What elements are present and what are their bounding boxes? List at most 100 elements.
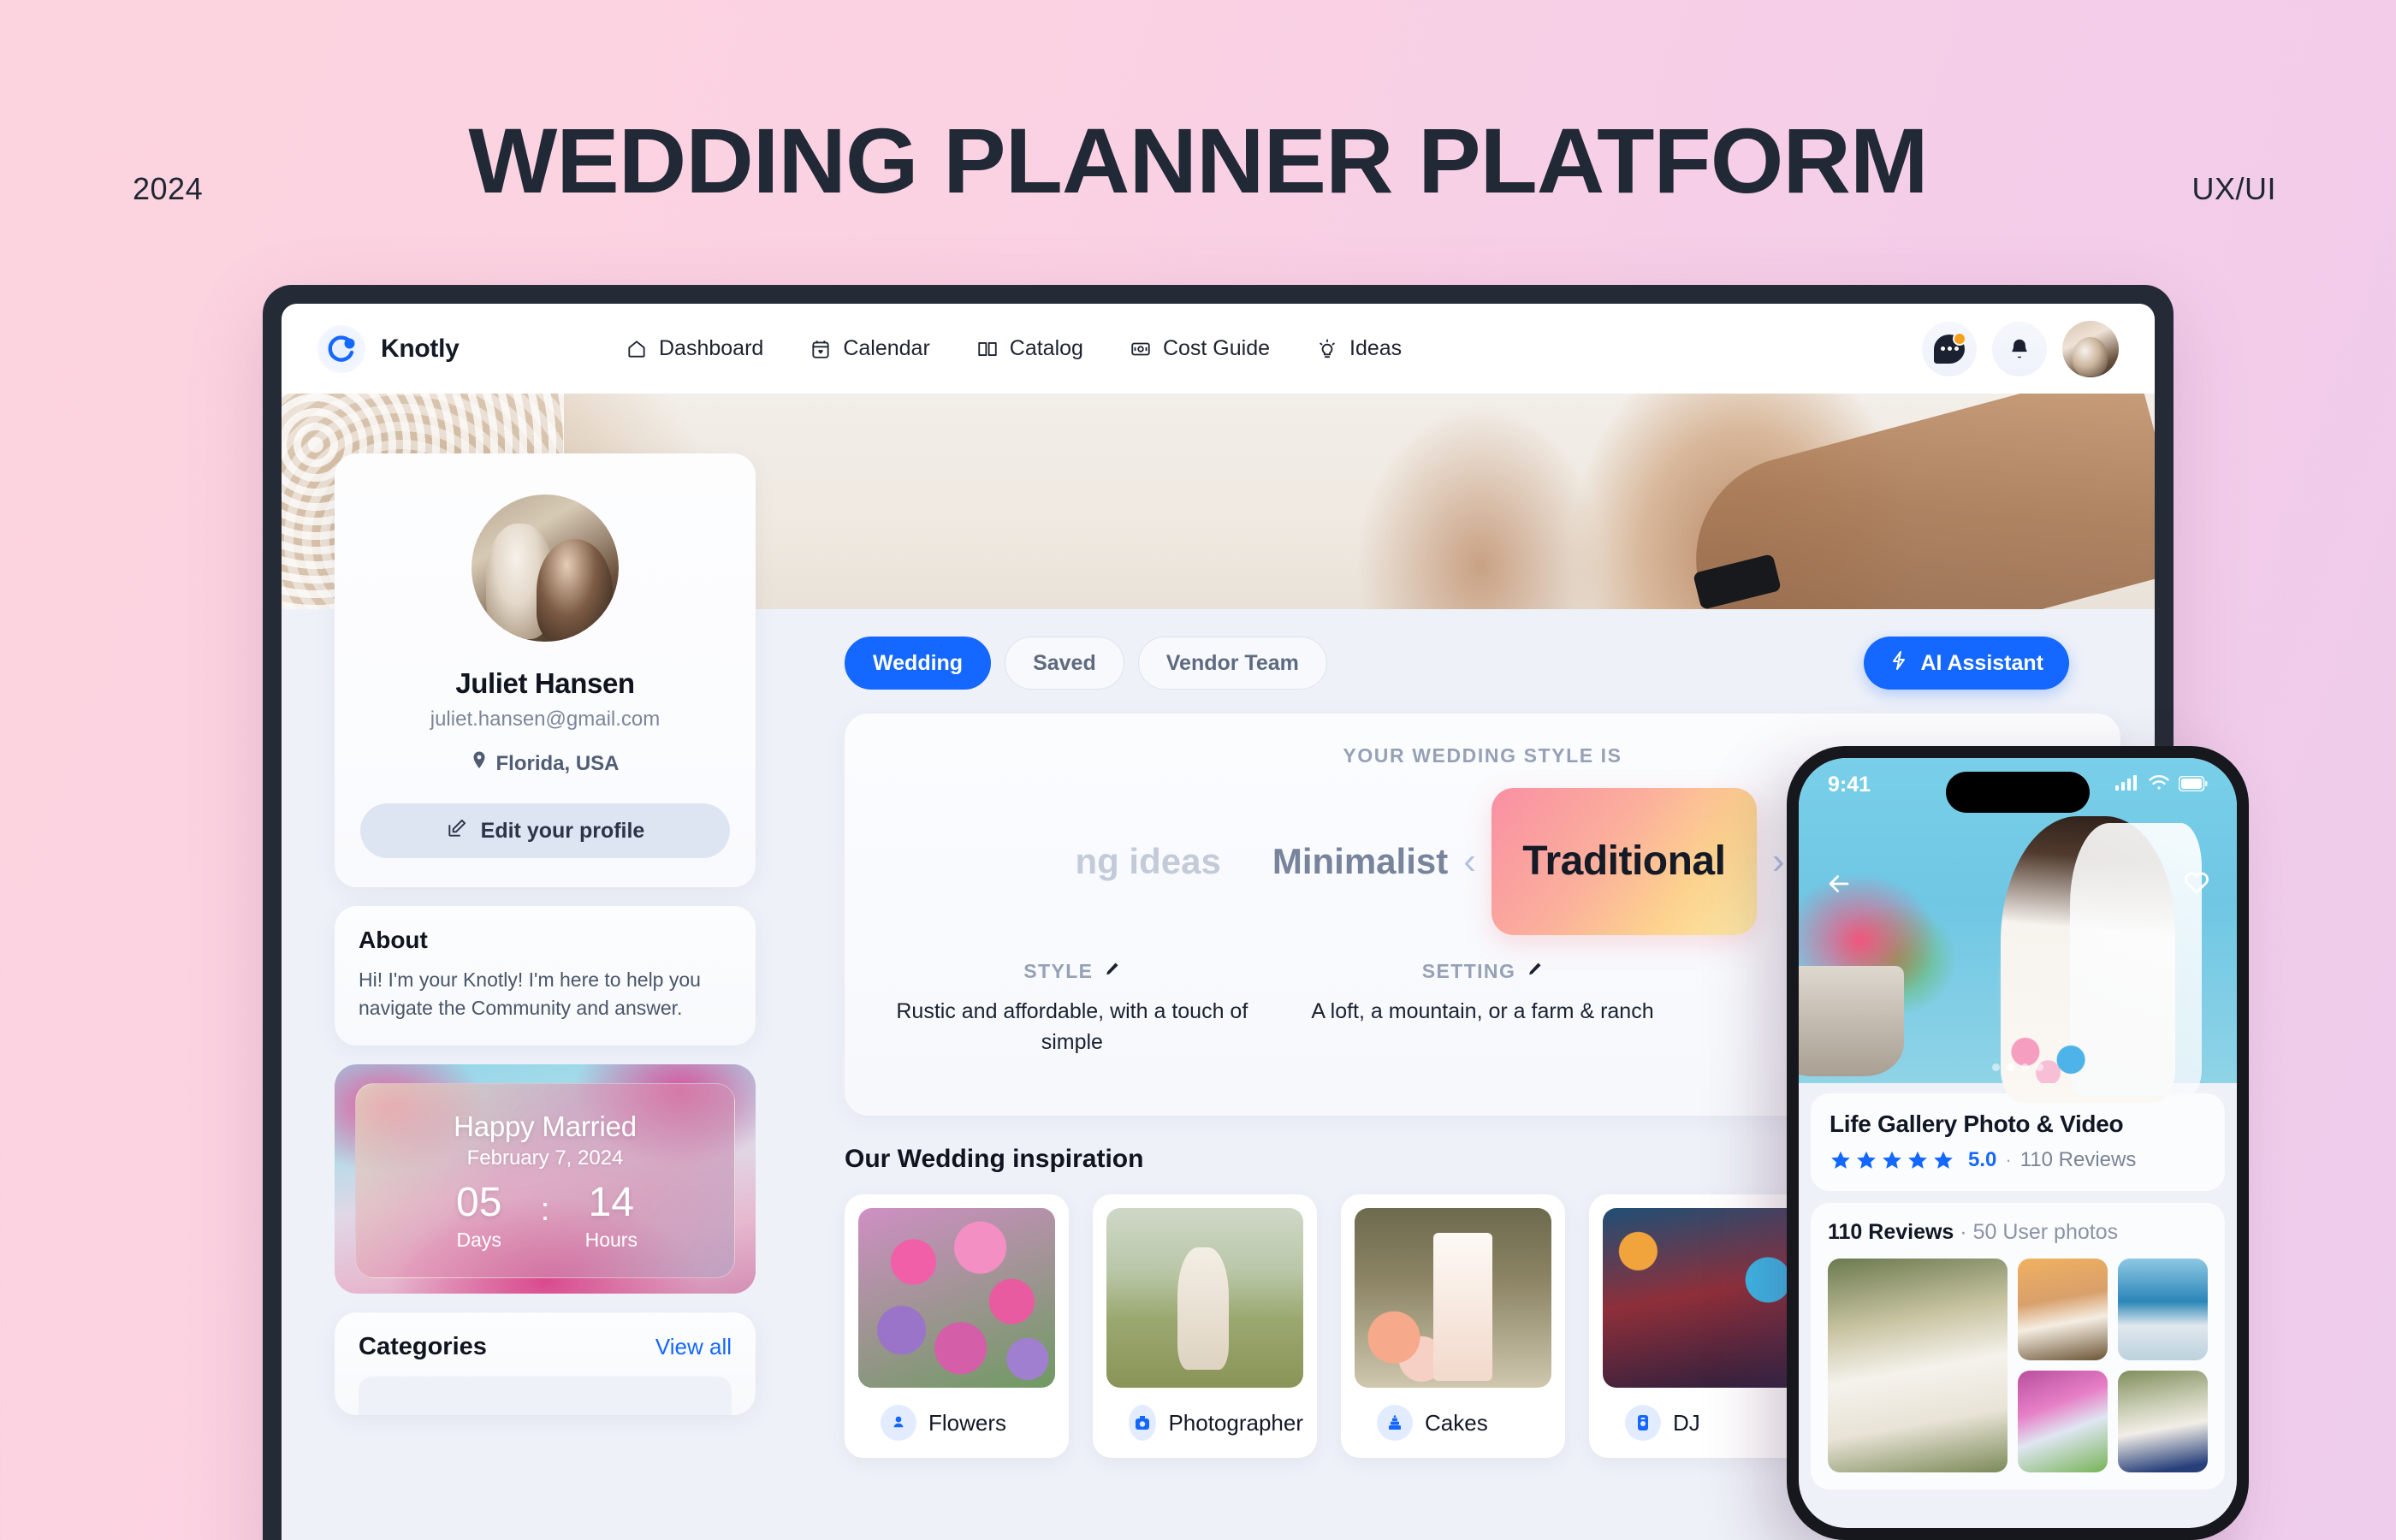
gallery-photo-thumb[interactable] [2018, 1371, 2108, 1472]
edit-profile-button[interactable]: Edit your profile [360, 803, 730, 858]
inspiration-card-flowers[interactable]: Flowers [845, 1194, 1069, 1458]
style-selected-label: Traditional [1522, 838, 1726, 884]
edit-pencil-icon [446, 817, 468, 845]
gallery-photo-large[interactable] [1828, 1259, 2008, 1472]
inspiration-footer: Photographer [1106, 1388, 1303, 1458]
review-count: 110 Reviews [2019, 1148, 2137, 1171]
nav-item-ideas[interactable]: Ideas [1316, 336, 1402, 361]
about-title: About [359, 927, 428, 953]
inspiration-card-cakes[interactable]: Cakes [1341, 1194, 1565, 1458]
setting-column-label: SETTING [1421, 960, 1516, 982]
gallery-review-count: 110 Reviews [1828, 1220, 1954, 1244]
page-title: WEDDING PLANNER PLATFORM [468, 109, 1928, 212]
vendor-rating-row: 5.0 · 110 Reviews [1830, 1148, 2206, 1172]
back-arrow-icon[interactable] [1824, 869, 1853, 903]
gallery-photo-thumb[interactable] [2018, 1259, 2108, 1360]
countdown-separator: : [540, 1191, 550, 1228]
gallery-photo-thumbs [2018, 1259, 2208, 1472]
inspiration-image [1355, 1208, 1551, 1388]
phone-mockup: 9:41 Life Gallery Photo & Video 5.0 · 11… [1787, 746, 2249, 1540]
countdown-hours-value: 14 [588, 1179, 634, 1225]
pagination-dot[interactable] [2036, 1063, 2043, 1071]
book-icon [976, 338, 999, 360]
star-rating [1830, 1149, 1954, 1171]
location-text: Florida, USA [495, 751, 620, 775]
carousel-prev-arrow[interactable]: ‹ [1448, 840, 1492, 883]
nav-item-calendar[interactable]: Calendar [810, 336, 930, 361]
dj-icon [1625, 1405, 1661, 1441]
about-text: Hi! I'm your Knotly! I'm here to help yo… [359, 968, 701, 1019]
rating-separator: · [2005, 1149, 2012, 1170]
rating-score: 5.0 [1968, 1148, 1997, 1171]
tab-vendor-team[interactable]: Vendor Team [1137, 637, 1327, 690]
inspiration-footer: Flowers [858, 1388, 1055, 1458]
inspiration-image [858, 1208, 1055, 1388]
gallery-photo-count: 50 User photos [1972, 1220, 2119, 1244]
home-icon [626, 338, 648, 360]
countdown-days: 05 Days [435, 1182, 524, 1252]
tab-wedding[interactable]: Wedding [845, 637, 992, 690]
bell-icon[interactable] [1992, 321, 2047, 376]
inspiration-label: Flowers [928, 1409, 1007, 1436]
inspiration-footer: Cakes [1355, 1388, 1551, 1458]
about-card: About Hi! I'm your Knotly! I'm here to h… [335, 906, 756, 1046]
style-column-label: STYLE [1023, 960, 1094, 982]
countdown-days-value: 05 [456, 1179, 502, 1225]
gallery-photo-thumb[interactable] [2118, 1259, 2208, 1360]
pagination-dot[interactable] [2007, 1063, 2014, 1071]
brand[interactable]: Knotly [317, 324, 600, 373]
nav-label: Calendar [843, 336, 930, 360]
messages-icon[interactable] [1922, 321, 1977, 376]
pagination-dot[interactable] [1992, 1063, 2000, 1071]
vendor-summary-card: Life Gallery Photo & Video 5.0 · 110 Rev… [1811, 1093, 2225, 1191]
lightbulb-icon [1316, 338, 1338, 360]
status-time: 9:41 [1828, 772, 1871, 797]
nav-label: Dashboard [659, 336, 764, 360]
category-row[interactable] [359, 1377, 732, 1416]
setting-column-text: A loft, a mountain, or a farm & ranch [1311, 999, 1654, 1023]
star-icon [1908, 1151, 1927, 1169]
edit-pencil-icon[interactable] [1526, 960, 1543, 983]
favorite-heart-icon[interactable] [2182, 868, 2211, 901]
categories-card: Categories View all [335, 1312, 756, 1416]
nav-item-catalog[interactable]: Catalog [976, 336, 1083, 361]
countdown-date: February 7, 2024 [466, 1146, 624, 1170]
inspiration-image [1106, 1208, 1303, 1388]
profile-email: juliet.hansen@gmail.com [430, 708, 661, 731]
lightning-icon [1889, 650, 1910, 677]
inspiration-card-dj[interactable]: DJ [1589, 1194, 1813, 1458]
countdown-hours: 14 Hours [566, 1182, 655, 1252]
style-selected-chip[interactable]: Traditional [1491, 787, 1757, 935]
inspiration-card-photographer[interactable]: Photographer [1093, 1194, 1317, 1458]
cost-icon [1130, 338, 1152, 360]
nav-item-cost-guide[interactable]: Cost Guide [1130, 336, 1270, 361]
tab-saved[interactable]: Saved [1005, 637, 1124, 690]
star-icon [1857, 1151, 1876, 1169]
avatar[interactable] [2062, 320, 2119, 377]
calendar-icon [810, 338, 832, 360]
edit-profile-label: Edit your profile [480, 818, 645, 843]
left-sidebar: Juliet Hansen juliet.hansen@gmail.com Fl… [335, 453, 756, 1416]
gallery-photo-thumb[interactable] [2118, 1371, 2208, 1472]
profile-location: Florida, USA [360, 750, 730, 777]
categories-view-all-link[interactable]: View all [655, 1334, 732, 1360]
star-icon [1831, 1151, 1850, 1169]
flower-icon [881, 1405, 916, 1441]
carousel-pagination[interactable] [1992, 1063, 2043, 1071]
edit-pencil-icon[interactable] [1103, 960, 1120, 983]
ai-assistant-button[interactable]: AI Assistant [1864, 637, 2069, 690]
categories-title: Categories [359, 1333, 487, 1361]
inspiration-label: Cakes [1425, 1409, 1488, 1436]
status-indicators [2115, 773, 2208, 797]
pagination-dot[interactable] [2021, 1063, 2029, 1071]
unread-badge [1953, 331, 1966, 346]
inspiration-label: DJ [1673, 1409, 1700, 1436]
style-option-far-prev[interactable]: ng ideas [1075, 841, 1220, 882]
nav-item-dashboard[interactable]: Dashboard [626, 336, 763, 361]
phone-flowerpot-detail [1799, 966, 1904, 1077]
style-option-prev[interactable]: Minimalist [1272, 841, 1448, 882]
star-icon [1883, 1151, 1901, 1169]
gallery-header: 110 Reviews · 50 User photos [1828, 1220, 2208, 1245]
vendor-name: Life Gallery Photo & Video [1830, 1111, 2124, 1137]
nav-label: Catalog [1009, 336, 1083, 360]
